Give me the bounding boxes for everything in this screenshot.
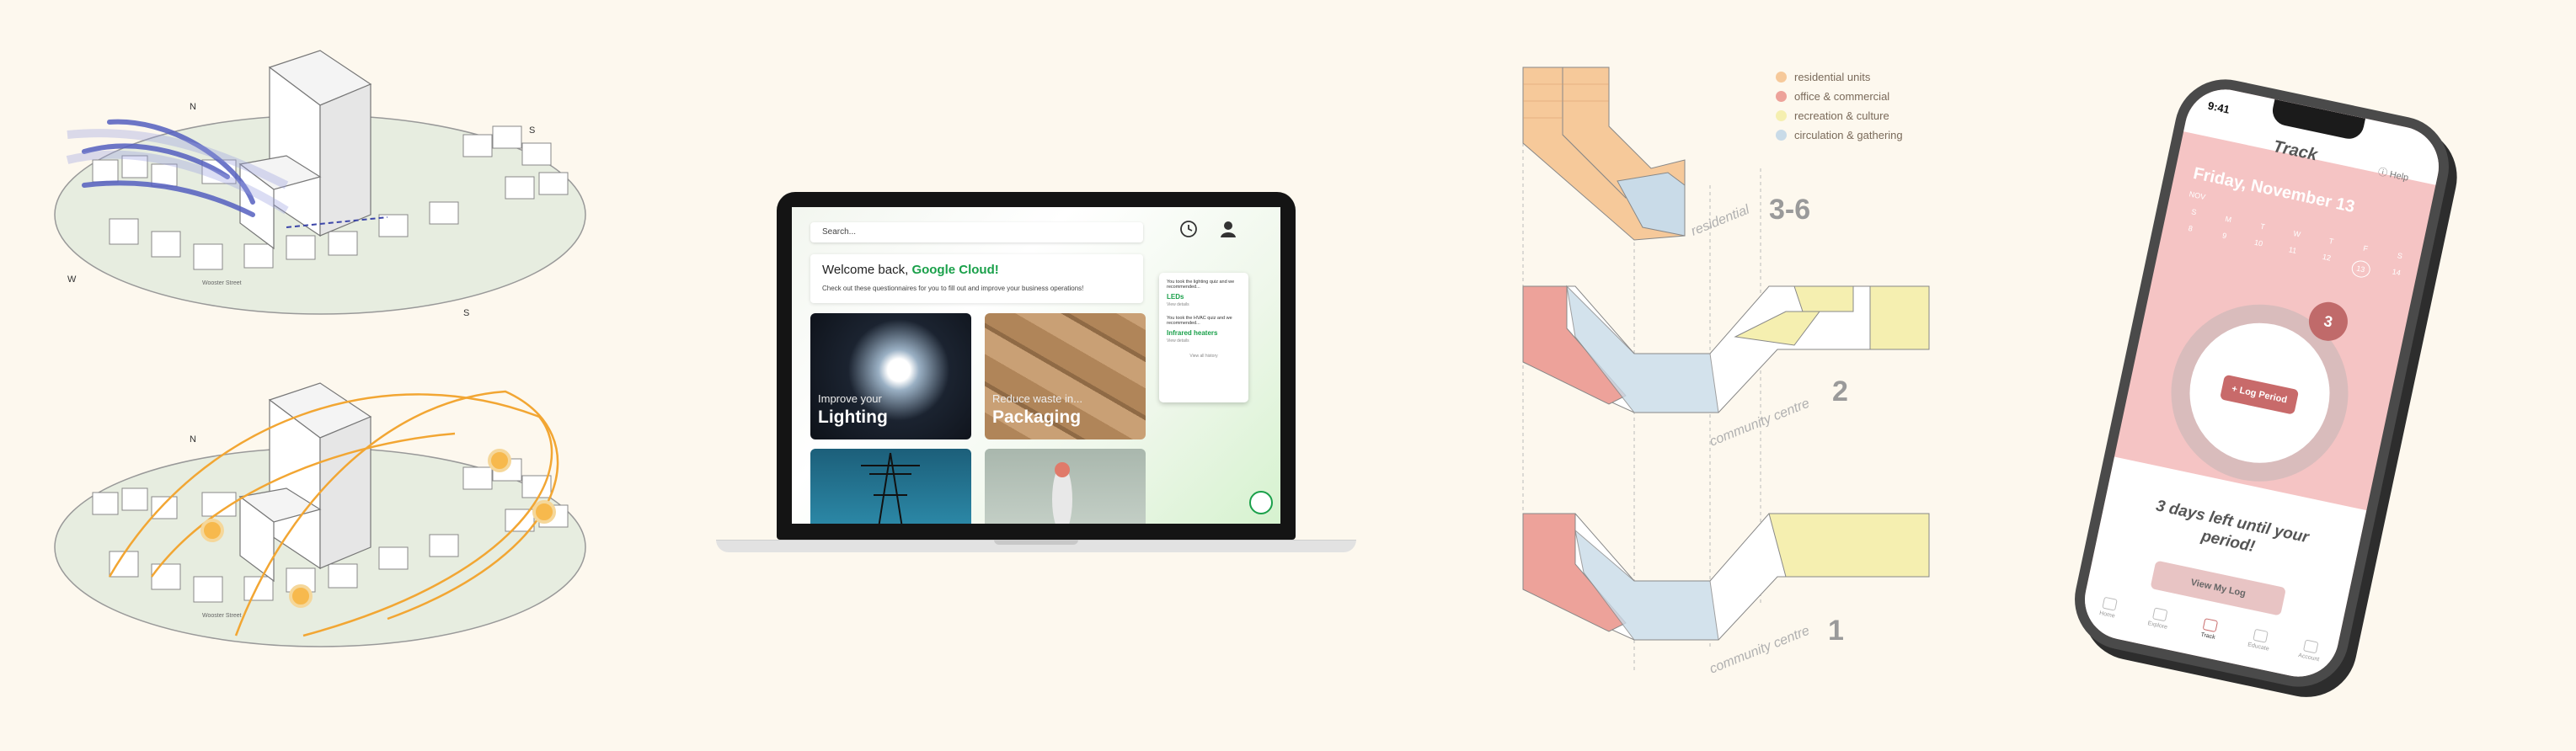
wind-diagram: N S W S Wooster Street <box>54 50 586 318</box>
calendar-month: NOV <box>2188 189 2206 202</box>
laptop-screen: Search... Welcome back, Google Cloud! Ch… <box>792 207 1280 524</box>
urban-diagrams: N S W S Wooster Street N Wooster Street <box>54 50 586 647</box>
laptop-mockup: Search... Welcome back, Google Cloud! Ch… <box>716 192 1356 562</box>
phone-frame: 9:41 Track ⓘ Help Friday, November 13 NO… <box>2065 70 2459 696</box>
level-name: residential <box>1689 202 1751 238</box>
welcome-title: Welcome back, Google Cloud! <box>822 263 999 277</box>
calendar-day-selected[interactable]: 13 <box>2349 258 2372 280</box>
history-item-text: You took the HVAC quiz and we recommende… <box>1167 316 1232 326</box>
level-1 <box>1522 513 1930 641</box>
level-number: 3-6 <box>1769 194 1810 226</box>
quiz-card-packaging[interactable]: Reduce waste in... Packaging <box>985 313 1146 439</box>
compass-s: S <box>529 125 535 136</box>
user-icon[interactable] <box>1217 218 1239 240</box>
book-icon <box>2253 628 2269 643</box>
tab-account[interactable]: Account <box>2284 636 2333 683</box>
level-3-6 <box>1522 67 1686 241</box>
level-2 <box>1522 285 1930 413</box>
history-item-rec: LEDs <box>1167 293 1184 301</box>
search-input[interactable]: Search... <box>810 222 1143 242</box>
quiz-card-lighting[interactable]: Improve your Lighting <box>810 313 971 439</box>
card-title: Packaging <box>992 407 1082 427</box>
tab-explore[interactable]: Explore <box>2132 605 2181 651</box>
search-icon <box>2151 607 2168 622</box>
legend-swatch <box>1776 110 1787 121</box>
card-pre: Reduce waste in... <box>992 392 1082 405</box>
compass-n: N <box>190 102 196 112</box>
phone-screen: 9:41 Track ⓘ Help Friday, November 13 NO… <box>2077 82 2446 684</box>
bottle-image <box>1052 462 1072 524</box>
legend-item: recreation & culture <box>1776 106 1903 125</box>
history-item-rec: Infrared heaters <box>1167 329 1218 337</box>
legend-swatch <box>1776 72 1787 83</box>
card-title: Lighting <box>818 407 888 427</box>
legend-item: circulation & gathering <box>1776 125 1903 145</box>
history-popover: You took the lighting quiz and we recomm… <box>1159 273 1248 402</box>
power-tower-image <box>861 452 920 524</box>
history-item-text: You took the lighting quiz and we recomm… <box>1167 280 1235 290</box>
compass-n: N <box>190 434 196 445</box>
phone-mockup: 9:41 Track ⓘ Help Friday, November 13 NO… <box>2065 70 2493 696</box>
welcome-subtitle: Check out these questionnaires for you t… <box>822 285 1084 292</box>
level-number: 1 <box>1828 615 1844 647</box>
calendar-day[interactable]: 11 <box>2282 244 2302 264</box>
calendar-week: SMTWTFS 8 9 10 11 12 13 14 <box>2178 206 2408 295</box>
legend-item: residential units <box>1776 67 1903 87</box>
calendar-day[interactable]: 10 <box>2247 237 2268 258</box>
floor-plan-diagram: 3-6 residential 2 community centre 1 com… <box>1522 67 1930 677</box>
compass-s2: S <box>463 308 469 318</box>
org-name: Google Cloud! <box>911 263 999 277</box>
user-icon <box>2303 639 2319 654</box>
compass-w: W <box>67 274 77 285</box>
tab-home[interactable]: Home <box>2082 594 2131 640</box>
street-label: Wooster Street <box>202 280 242 286</box>
home-icon <box>2101 596 2118 611</box>
legend-swatch <box>1776 91 1787 102</box>
view-all-history-link[interactable]: View all history <box>1167 354 1241 359</box>
quiz-card-energy[interactable] <box>810 449 971 524</box>
calendar-day[interactable]: 12 <box>2316 252 2336 272</box>
level-number: 2 <box>1832 376 1848 407</box>
tab-educate[interactable]: Educate <box>2233 626 2282 672</box>
house-icon <box>2202 618 2219 633</box>
selected-date: Friday, November 13 <box>2191 163 2357 217</box>
tab-track[interactable]: Track <box>2183 615 2231 662</box>
legend-item: office & commercial <box>1776 87 1903 106</box>
sun-diagram: N Wooster Street <box>54 382 586 647</box>
quiz-card-water[interactable] <box>985 449 1146 524</box>
legend-swatch <box>1776 130 1787 141</box>
calendar-day[interactable]: 9 <box>2214 230 2234 250</box>
laptop-notch <box>994 540 1078 545</box>
calendar-day[interactable]: 14 <box>2386 266 2406 286</box>
chat-icon[interactable] <box>1249 491 1273 514</box>
floor-plan-legend: residential units office & commercial re… <box>1776 67 1903 145</box>
calendar-day[interactable]: 8 <box>2179 222 2199 242</box>
laptop-lid: Search... Welcome back, Google Cloud! Ch… <box>777 192 1296 540</box>
welcome-card: Welcome back, Google Cloud! Check out th… <box>810 254 1143 303</box>
clock-icon[interactable] <box>1178 218 1200 240</box>
card-pre: Improve your <box>818 392 882 405</box>
street-label: Wooster Street <box>202 613 242 619</box>
